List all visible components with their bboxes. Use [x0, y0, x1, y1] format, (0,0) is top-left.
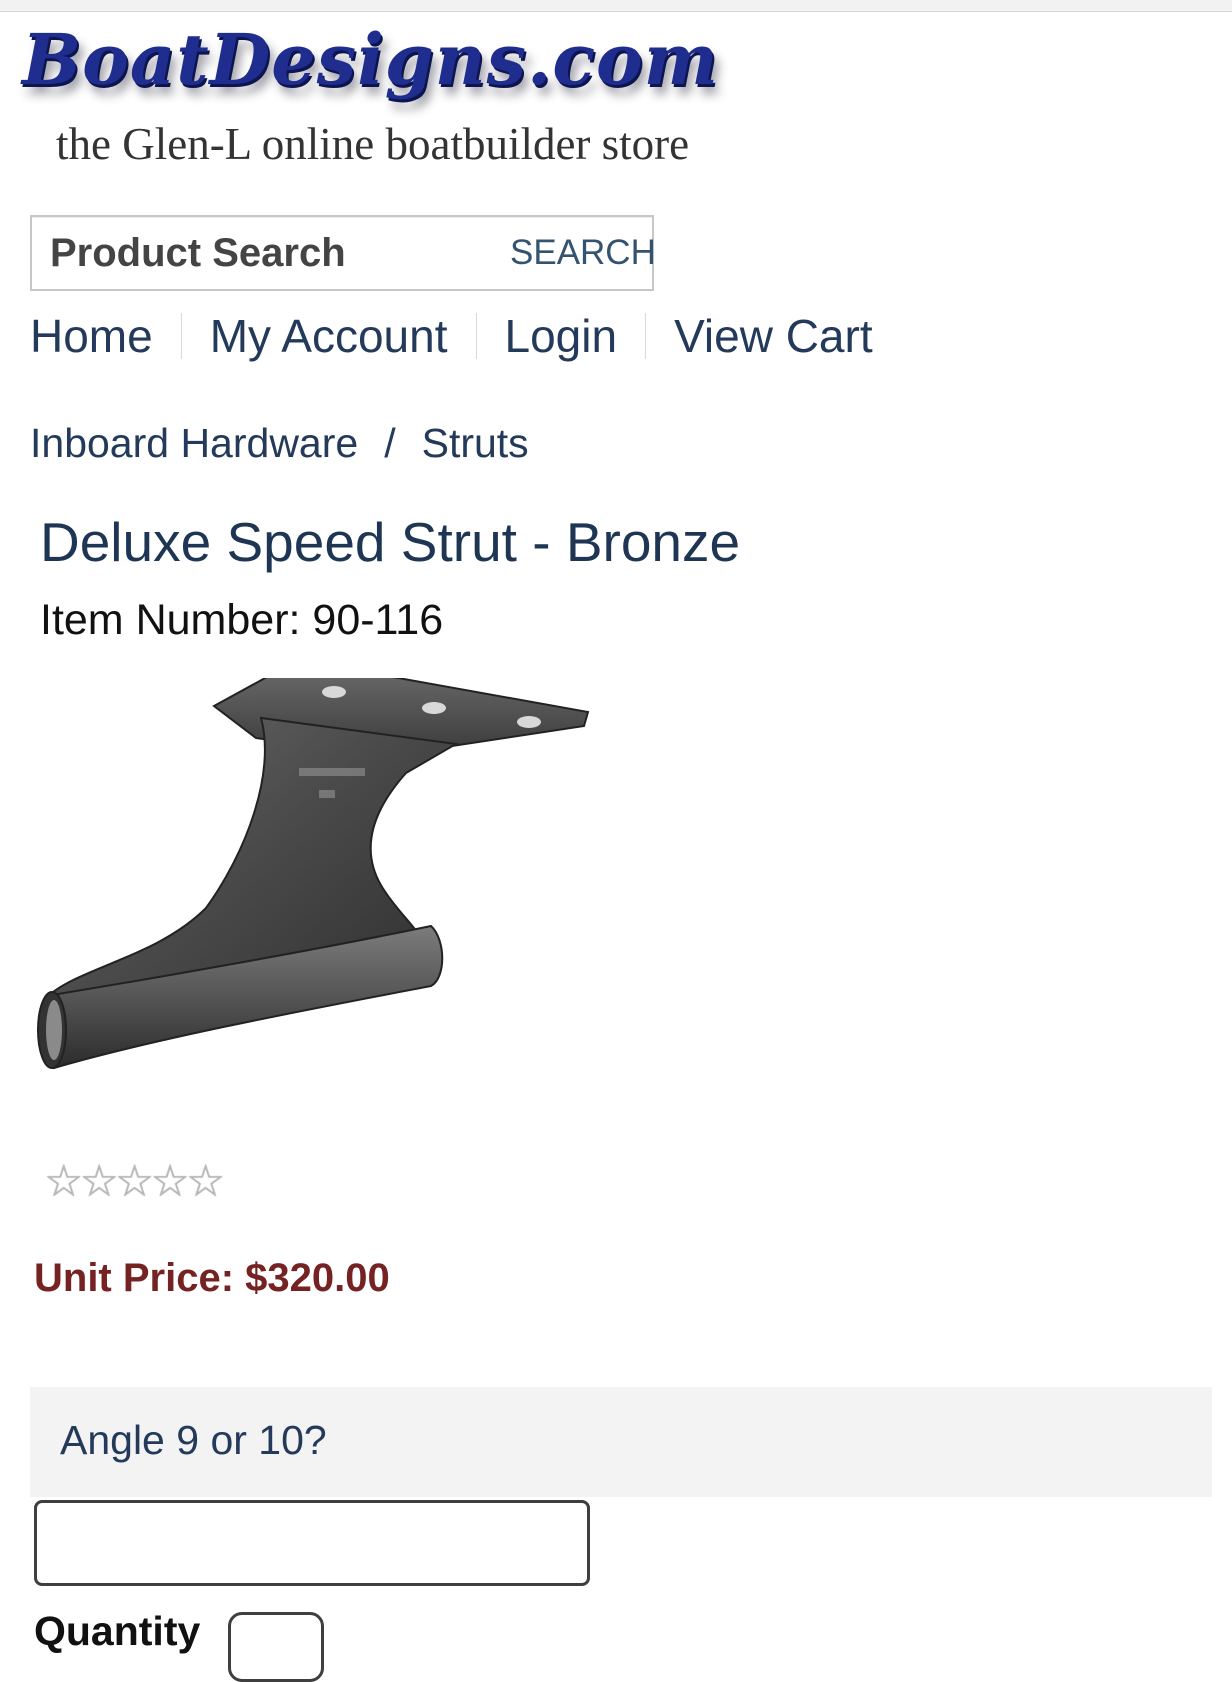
product-search-input[interactable] [32, 217, 492, 289]
nav-my-account-link[interactable]: My Account [210, 309, 448, 363]
angle-option-input[interactable] [34, 1500, 590, 1586]
nav-divider [645, 313, 647, 359]
product-search-form: SEARCH [30, 215, 656, 291]
product-title: Deluxe Speed Strut - Bronze [40, 511, 741, 573]
site-logo[interactable]: BoatDesigns.com the Glen-L online boatbu… [14, 14, 814, 184]
strut-illustration [37, 658, 590, 1070]
nav-login-link[interactable]: Login [505, 309, 618, 363]
nav-divider [475, 313, 477, 359]
nav-view-cart-link[interactable]: View Cart [674, 309, 873, 363]
site-tagline: the Glen-L online boatbuilder store [56, 119, 690, 169]
item-number: Item Number: 90-116 [40, 596, 444, 644]
nav-divider [180, 313, 182, 359]
breadcrumb-inboard-hardware[interactable]: Inboard Hardware [30, 420, 358, 467]
breadcrumb: Inboard Hardware / Struts [30, 420, 529, 467]
unit-price: Unit Price: $320.00 [34, 1256, 390, 1300]
rating-star-icon[interactable]: ☆ [186, 1160, 225, 1204]
breadcrumb-separator: / [384, 420, 396, 466]
quantity-input[interactable] [228, 1612, 324, 1682]
quantity-label: Quantity [34, 1608, 201, 1654]
search-button[interactable]: SEARCH [502, 231, 664, 275]
nav-home-link[interactable]: Home [30, 309, 153, 363]
rating-star-icon[interactable]: ☆ [115, 1160, 154, 1204]
rating-stars[interactable]: ☆ ☆ ☆ ☆ ☆ [44, 1160, 225, 1204]
breadcrumb-struts[interactable]: Struts [422, 420, 529, 467]
option-panel: Angle 9 or 10? [30, 1387, 1212, 1497]
main-nav: Home My Account Login View Cart [30, 306, 873, 366]
bronze-speed-strut-image[interactable] [36, 658, 626, 1118]
logo-wordmark: BoatDesigns.com [22, 18, 719, 101]
rating-star-icon[interactable]: ☆ [44, 1160, 83, 1204]
rating-star-icon[interactable]: ☆ [150, 1160, 189, 1204]
angle-option-label: Angle 9 or 10? [60, 1417, 327, 1463]
rating-star-icon[interactable]: ☆ [79, 1160, 118, 1204]
browser-top-edge [0, 0, 1232, 12]
